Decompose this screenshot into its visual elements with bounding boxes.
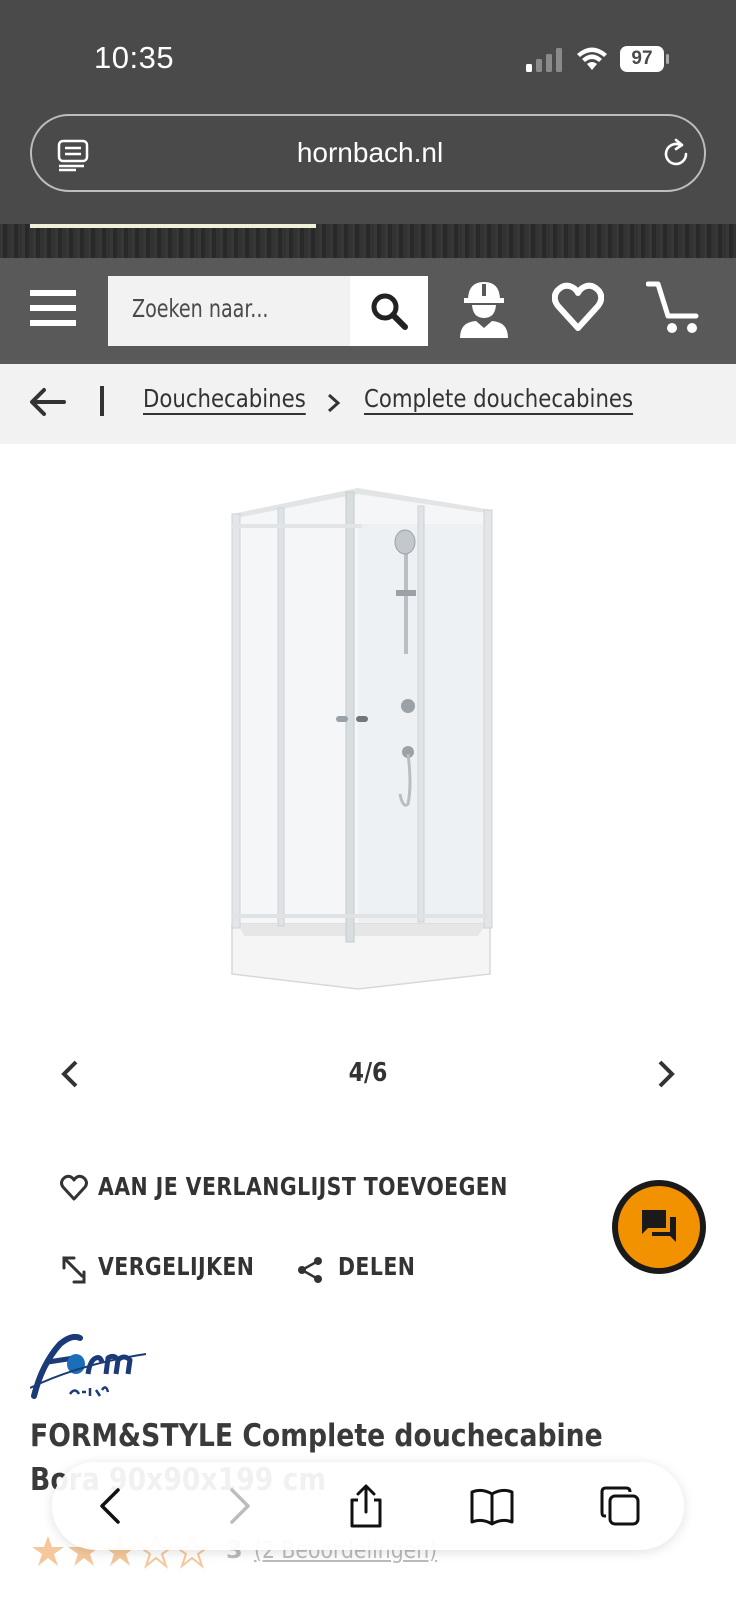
breadcrumb: Douchecabines Complete douchecabines bbox=[0, 364, 736, 444]
add-to-wishlist-label: AAN JE VERLANGLIJST TOEVOEGEN bbox=[98, 1172, 508, 1201]
browser-tabs-icon[interactable] bbox=[598, 1484, 642, 1528]
url-text[interactable]: hornbach.nl bbox=[32, 137, 708, 169]
address-bar[interactable]: hornbach.nl bbox=[30, 114, 706, 192]
hamburger-menu-icon[interactable] bbox=[30, 288, 78, 328]
wifi-icon bbox=[577, 47, 607, 70]
cart-icon[interactable] bbox=[646, 280, 704, 336]
search-icon bbox=[371, 293, 408, 330]
gallery-next-button[interactable] bbox=[654, 1058, 678, 1090]
banner-strip-accent bbox=[30, 224, 316, 228]
search-bar[interactable]: Zoeken naar... bbox=[108, 276, 428, 346]
browser-share-icon[interactable] bbox=[344, 1484, 388, 1528]
battery-icon: 97 bbox=[620, 46, 670, 72]
compare-label: VERGELIJKEN bbox=[98, 1252, 255, 1281]
account-icon[interactable] bbox=[456, 278, 512, 338]
add-to-wishlist-button[interactable]: AAN JE VERLANGLIJST TOEVOEGEN bbox=[60, 1170, 520, 1210]
chat-button-inner bbox=[618, 1186, 700, 1268]
breadcrumb-divider bbox=[100, 386, 104, 416]
browser-forward-icon[interactable] bbox=[216, 1484, 260, 1528]
banner-strip bbox=[0, 224, 736, 258]
search-input[interactable]: Zoeken naar... bbox=[132, 294, 268, 323]
browser-bookmarks-icon[interactable] bbox=[470, 1484, 514, 1528]
breadcrumb-link-douchecabines[interactable]: Douchecabines bbox=[143, 384, 306, 413]
product-image-shower-cabin[interactable] bbox=[228, 484, 508, 1014]
heart-icon bbox=[60, 1174, 88, 1201]
share-button[interactable]: DELEN bbox=[296, 1250, 436, 1290]
wishlist-heart-icon[interactable] bbox=[552, 282, 604, 332]
share-icon bbox=[298, 1257, 322, 1283]
compare-arrows-icon bbox=[62, 1256, 86, 1284]
site-header: Zoeken naar... bbox=[0, 258, 736, 364]
gallery-counter: 4/6 bbox=[348, 1058, 388, 1088]
chevron-right-icon bbox=[328, 393, 341, 413]
back-arrow-icon[interactable] bbox=[28, 386, 68, 418]
share-label: DELEN bbox=[338, 1252, 416, 1281]
browser-back-icon[interactable] bbox=[90, 1484, 134, 1528]
cellular-signal-icon bbox=[526, 48, 562, 72]
form-and-style-logo bbox=[30, 1334, 147, 1399]
browser-top-bar: 10:35 97 hornbach.nl bbox=[0, 0, 736, 224]
browser-toolbar bbox=[52, 1462, 684, 1550]
chat-bubble-icon bbox=[642, 1210, 676, 1242]
search-button[interactable] bbox=[350, 276, 428, 346]
reload-icon[interactable] bbox=[658, 136, 694, 172]
gallery-prev-button[interactable] bbox=[58, 1058, 82, 1090]
status-time: 10:35 bbox=[94, 40, 175, 75]
compare-button[interactable]: VERGELIJKEN bbox=[60, 1250, 270, 1290]
chat-button[interactable] bbox=[612, 1180, 706, 1274]
breadcrumb-link-complete-douchecabines[interactable]: Complete douchecabines bbox=[364, 384, 633, 413]
battery-level: 97 bbox=[631, 48, 653, 69]
